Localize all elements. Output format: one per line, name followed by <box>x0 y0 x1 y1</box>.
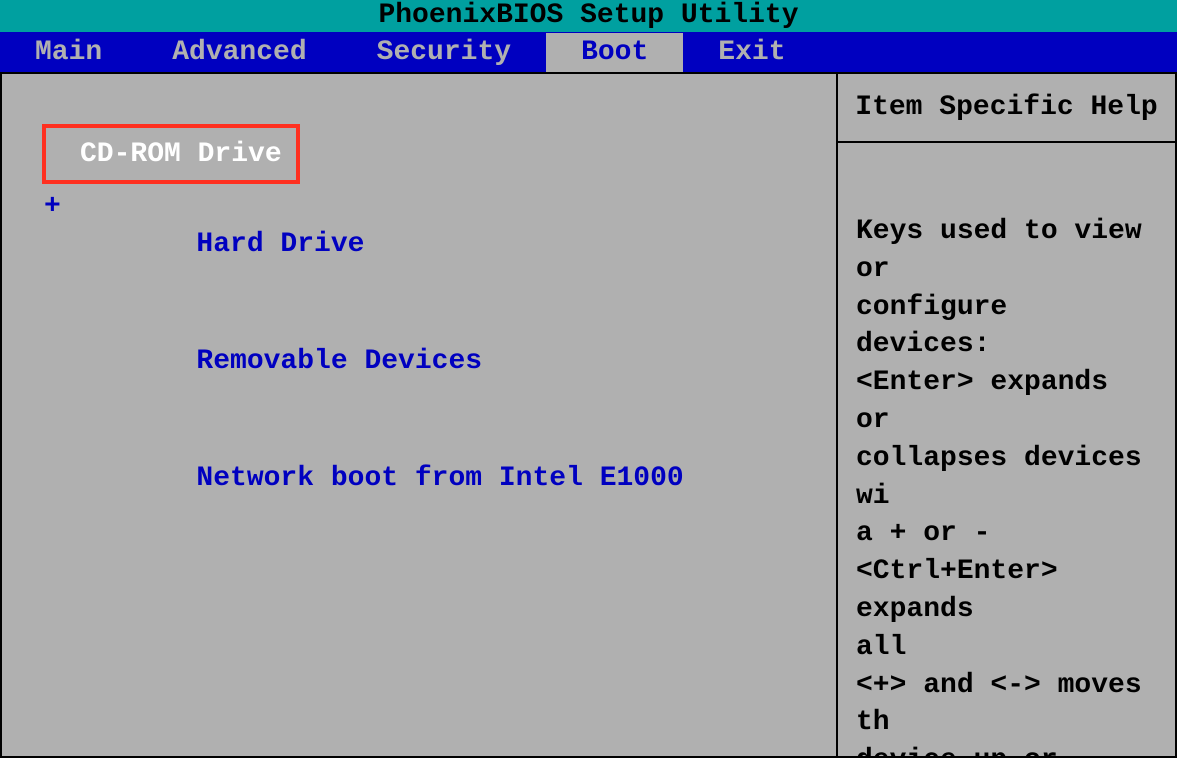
boot-item-label: CD-ROM Drive <box>60 137 282 172</box>
boot-item-harddrive[interactable]: Hard Drive <box>42 186 796 303</box>
menu-advanced[interactable]: Advanced <box>137 33 341 72</box>
menu-main[interactable]: Main <box>0 33 137 72</box>
help-body: Keys used to view or configure devices: … <box>838 143 1175 756</box>
boot-item-label: Network boot from Intel E1000 <box>196 463 683 494</box>
main-panel: CD-ROM Drive Hard Drive Removable Device… <box>0 72 837 758</box>
menu-exit[interactable]: Exit <box>683 33 820 72</box>
menu-bar: Main Advanced Security Boot Exit <box>0 32 1177 72</box>
content-area: CD-ROM Drive Hard Drive Removable Device… <box>0 72 1177 758</box>
title-bar: PhoenixBIOS Setup Utility <box>0 0 1177 32</box>
boot-item-network[interactable]: Network boot from Intel E1000 <box>42 421 796 538</box>
help-title: Item Specific Help <box>838 74 1175 143</box>
boot-item-label: Removable Devices <box>196 346 482 377</box>
help-panel: Item Specific Help Keys used to view or … <box>837 72 1177 758</box>
menu-security[interactable]: Security <box>342 33 546 72</box>
boot-item-cdrom[interactable]: CD-ROM Drive <box>42 124 796 186</box>
menu-boot[interactable]: Boot <box>546 33 683 72</box>
selection-highlight: CD-ROM Drive <box>42 124 300 184</box>
boot-item-removable[interactable]: Removable Devices <box>42 303 796 420</box>
boot-item-label: Hard Drive <box>196 229 364 260</box>
boot-order-list: CD-ROM Drive Hard Drive Removable Device… <box>42 124 796 538</box>
app-title: PhoenixBIOS Setup Utility <box>378 0 798 31</box>
